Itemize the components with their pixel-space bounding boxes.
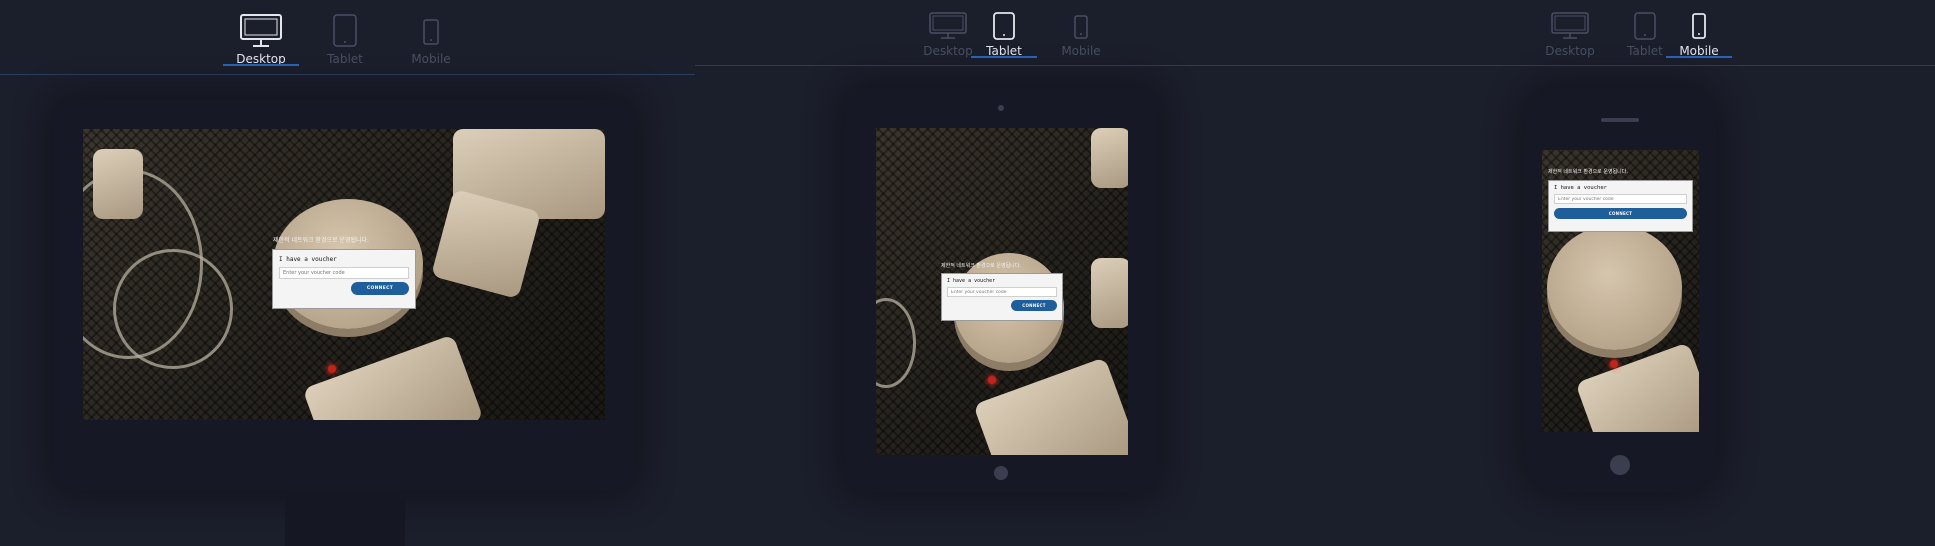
tab-desktop[interactable]: Desktop [223, 0, 299, 66]
connect-button[interactable]: CONNECT [351, 282, 409, 295]
router-puck-image [1547, 225, 1682, 350]
voucher-label: I have a voucher [947, 278, 996, 284]
tablet-icon [1634, 12, 1656, 40]
tab-tablet-label: Tablet [986, 44, 1022, 58]
voucher-input[interactable] [947, 287, 1057, 297]
switch-box-image [1575, 342, 1699, 432]
mobile-background-photo: 제한적 네트워크 환경으로 운영됩니다. I have a voucher CO… [1542, 150, 1699, 432]
voucher-label: I have a voucher [1554, 185, 1607, 191]
tablet-icon [993, 12, 1015, 40]
tab-desktop-label: Desktop [1545, 44, 1595, 58]
desktop-background-photo: 제한적 네트워크 환경으로 운영됩니다. I have a voucher CO… [83, 129, 605, 420]
connect-button[interactable]: CONNECT [1554, 208, 1687, 219]
tab-mobile[interactable]: Mobile [1043, 0, 1119, 58]
portal-heading: 제한적 네트워크 환경으로 운영됩니다. [941, 263, 1021, 269]
switch-box-image [973, 357, 1128, 455]
tab-tablet-label: Tablet [327, 52, 363, 66]
device-tabs: Desktop Tablet Mobile [0, 0, 695, 75]
tab-desktop-label: Desktop [923, 44, 973, 58]
tab-desktop[interactable]: Desktop [1532, 0, 1608, 58]
tab-tablet[interactable]: Tablet [307, 0, 383, 66]
voucher-input[interactable] [279, 267, 409, 279]
red-led [1610, 360, 1618, 368]
device-tabs: Desktop Tablet Mobile [1315, 0, 1935, 66]
phone-home-button[interactable] [1610, 455, 1630, 475]
red-led [988, 376, 996, 384]
monitor-stand [285, 490, 405, 546]
power-adapter-image [93, 149, 143, 219]
cable-decoration [876, 298, 916, 388]
access-point-image [1091, 258, 1128, 328]
tab-desktop-label: Desktop [236, 52, 286, 66]
desktop-icon [929, 12, 967, 39]
cable-decoration [113, 249, 233, 369]
connect-button[interactable]: CONNECT [1011, 300, 1057, 311]
tablet-camera [998, 105, 1004, 111]
tablet-background-photo: 제한적 네트워크 환경으로 운영됩니다. I have a voucher CO… [876, 128, 1128, 455]
tablet-device-frame: 제한적 네트워크 환경으로 운영됩니다. I have a voucher CO… [845, 88, 1158, 492]
tab-mobile-label: Mobile [1679, 44, 1719, 58]
voucher-card: I have a voucher CONNECT [1548, 180, 1693, 232]
portal-heading: 제한적 네트워크 환경으로 운영됩니다. [1548, 169, 1628, 175]
device-box-image [1091, 128, 1128, 188]
tab-mobile-label: Mobile [1061, 44, 1101, 58]
switch-box-image [302, 334, 484, 420]
voucher-label: I have a voucher [279, 256, 337, 263]
voucher-card: I have a voucher CONNECT [941, 273, 1063, 321]
device-tabs: Desktop Tablet Mobile [695, 0, 1315, 66]
red-led [328, 365, 336, 373]
desktop-icon [240, 14, 282, 47]
mobile-icon [1692, 13, 1706, 39]
voucher-input[interactable] [1554, 194, 1687, 204]
tab-tablet[interactable]: Tablet [971, 0, 1037, 58]
desktop-preview-panel: Desktop Tablet Mobile 제한적 네트워크 환경으로 운영됩니… [0, 0, 695, 546]
tablet-home-button[interactable] [994, 466, 1008, 480]
portal-heading: 제한적 네트워크 환경으로 운영됩니다. [273, 237, 369, 244]
mobile-device-frame: 제한적 네트워크 환경으로 운영됩니다. I have a voucher CO… [1525, 88, 1716, 492]
tab-mobile[interactable]: Mobile [393, 0, 469, 66]
tab-mobile[interactable]: Mobile [1666, 0, 1732, 58]
tablet-icon [333, 14, 357, 47]
desktop-monitor-frame: 제한적 네트워크 환경으로 운영됩니다. I have a voucher CO… [54, 100, 634, 490]
desktop-icon [1551, 12, 1589, 39]
tab-mobile-label: Mobile [411, 52, 451, 66]
voucher-card: I have a voucher CONNECT [272, 249, 416, 309]
tab-tablet-label: Tablet [1627, 44, 1663, 58]
mobile-icon [423, 19, 439, 45]
mobile-icon [1074, 15, 1088, 39]
phone-speaker [1601, 118, 1639, 122]
